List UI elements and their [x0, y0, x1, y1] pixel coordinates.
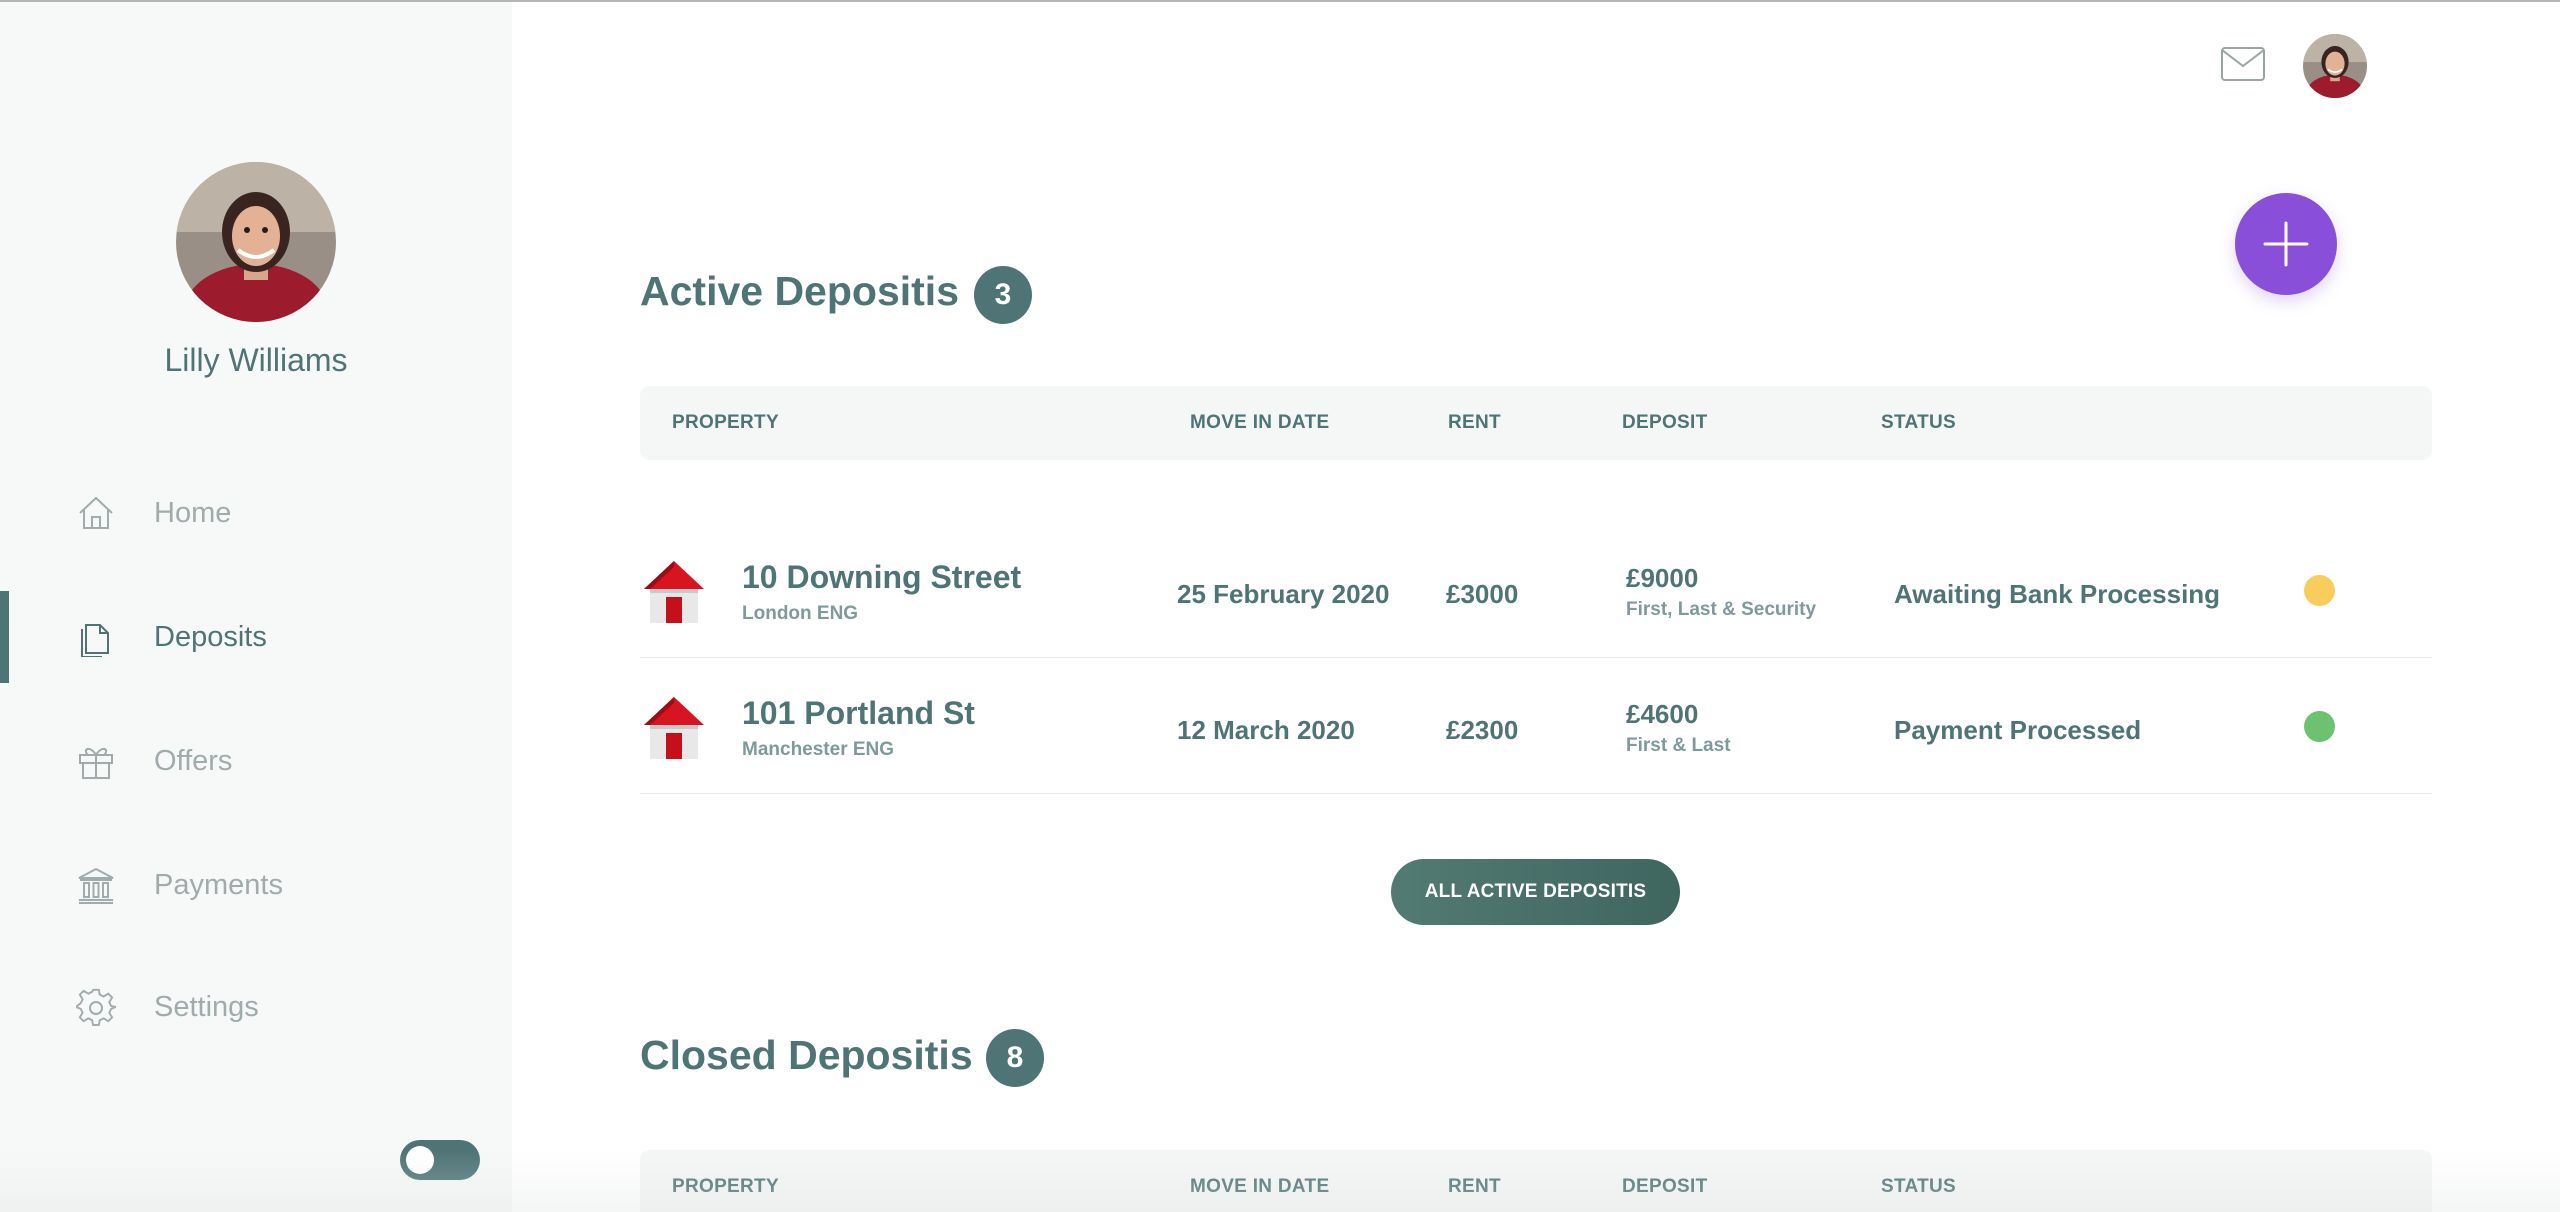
active-count-badge: 3: [974, 266, 1032, 324]
deposit-amount: £9000: [1626, 563, 1699, 593]
status-dot: [2304, 575, 2335, 606]
profile-name: Lilly Williams: [164, 342, 348, 378]
profile-avatar[interactable]: [176, 162, 336, 322]
active-table-header: PROPERTY MOVE IN DATE RENT DEPOSIT STATU…: [640, 386, 2432, 460]
closed-deposits-title: Closed Depositis: [640, 1032, 973, 1078]
column-header-property: PROPERTY: [672, 1176, 779, 1197]
gear-icon: [76, 988, 116, 1026]
column-header-deposit: DEPOSIT: [1622, 1176, 1708, 1197]
sidebar-item-offers[interactable]: Offers: [0, 715, 512, 807]
rent-value: £3000: [1446, 579, 1519, 609]
theme-toggle[interactable]: [400, 1140, 480, 1180]
property-name: 10 Downing Street: [742, 559, 1022, 595]
mail-icon[interactable]: [2220, 46, 2266, 82]
closed-table-header: PROPERTY MOVE IN DATE RENT DEPOSIT STATU…: [640, 1150, 2432, 1212]
table-row[interactable]: 10 Downing Street London ENG 25 February…: [640, 523, 2432, 658]
property-name: 101 Portland St: [742, 695, 975, 731]
column-header-move-in-date: MOVE IN DATE: [1190, 1176, 1330, 1197]
move-in-date: 12 March 2020: [1177, 715, 1355, 745]
gift-icon: [79, 748, 113, 779]
deposit-note: First & Last: [1626, 735, 1731, 756]
column-header-rent: RENT: [1448, 412, 1501, 433]
sidebar-item-settings[interactable]: Settings: [0, 961, 512, 1053]
sidebar-item-home[interactable]: Home: [0, 467, 512, 559]
status-dot: [2304, 711, 2335, 742]
property-location: London ENG: [742, 603, 859, 624]
document-icon: [81, 624, 109, 657]
column-header-status: STATUS: [1881, 412, 1956, 433]
status-text: Awaiting Bank Processing: [1894, 579, 2221, 609]
bank-icon: [78, 867, 114, 904]
column-header-status: STATUS: [1881, 1176, 1956, 1197]
sidebar-item-label: Settings: [154, 990, 259, 1023]
house-icon: [644, 697, 704, 759]
rent-value: £2300: [1446, 715, 1519, 745]
deposit-note: First, Last & Security: [1626, 599, 1817, 620]
sidebar-item-label: Payments: [154, 868, 283, 901]
status-text: Payment Processed: [1894, 715, 2142, 745]
sidebar-item-label: Offers: [154, 744, 233, 777]
toggle-knob: [406, 1146, 434, 1174]
column-header-move-in-date: MOVE IN DATE: [1190, 412, 1330, 433]
sidebar-item-label: Deposits: [154, 620, 267, 653]
sidebar-item-payments[interactable]: Payments: [0, 839, 512, 931]
active-deposits-title: Active Depositis: [640, 268, 959, 314]
house-icon: [644, 561, 704, 623]
column-header-rent: RENT: [1448, 1176, 1501, 1197]
sidebar-item-label: Home: [154, 496, 232, 529]
header-avatar[interactable]: [2303, 34, 2367, 98]
table-row[interactable]: 101 Portland St Manchester ENG 12 March …: [640, 659, 2432, 794]
move-in-date: 25 February 2020: [1177, 579, 1390, 609]
plus-icon: [2263, 221, 2309, 267]
property-location: Manchester ENG: [742, 739, 895, 760]
home-icon: [79, 496, 113, 529]
closed-count-badge: 8: [986, 1029, 1044, 1087]
window-top-border: [0, 0, 2560, 2]
column-header-deposit: DEPOSIT: [1622, 412, 1708, 433]
add-deposit-button[interactable]: [2235, 193, 2337, 295]
column-header-property: PROPERTY: [672, 412, 779, 433]
deposit-amount: £4600: [1626, 699, 1699, 729]
sidebar: Lilly Williams Home Deposits Offers Paym…: [0, 0, 512, 1212]
all-active-deposits-button[interactable]: ALL ACTIVE DEPOSITIS: [1391, 859, 1680, 925]
sidebar-item-deposits[interactable]: Deposits: [0, 591, 512, 683]
